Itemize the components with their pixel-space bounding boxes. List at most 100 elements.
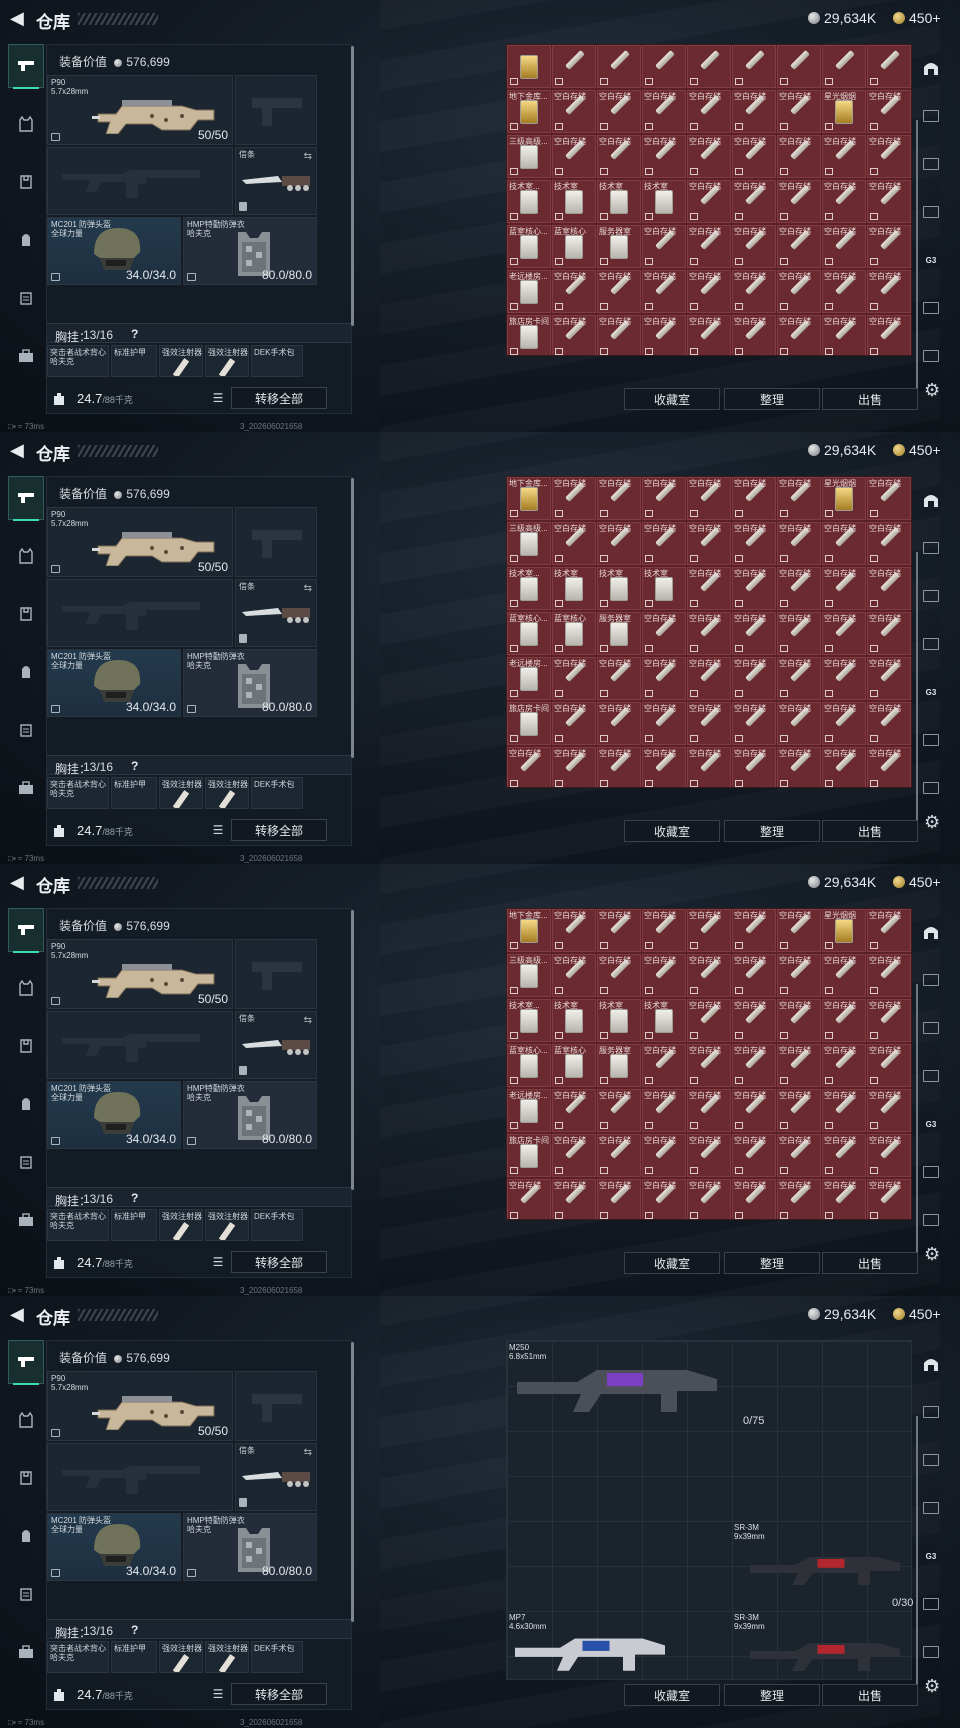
- nav-chest-rig[interactable]: [8, 966, 44, 1010]
- storage-cell[interactable]: [822, 45, 866, 88]
- storage-cell[interactable]: 空白存储: [642, 225, 686, 268]
- helmet-slot[interactable]: MC201 防弹头盔 全球力量 34.0/34.0: [47, 217, 181, 285]
- helmet-slot[interactable]: MC201 防弹头盔 全球力量 34.0/34.0: [47, 1513, 181, 1581]
- storage-cell[interactable]: 空白存储: [642, 954, 686, 997]
- storage-cell[interactable]: 空白存储: [732, 477, 776, 520]
- armor-slot[interactable]: HMP特勤防弹衣 哈夫克 80.0/80.0: [183, 1081, 317, 1149]
- storage-cell[interactable]: 空白存储: [822, 747, 866, 787]
- storage-cell[interactable]: 空白存储: [867, 477, 911, 520]
- storage-cell[interactable]: 空白存储: [867, 1134, 911, 1177]
- secondary-weapon-slot-empty[interactable]: [47, 579, 233, 647]
- help-icon[interactable]: ?: [131, 759, 138, 773]
- storage-cell[interactable]: 空白存储: [687, 954, 731, 997]
- help-icon[interactable]: ?: [131, 1623, 138, 1637]
- transfer-all-button[interactable]: 转移全部: [231, 819, 327, 841]
- tab-storage-g[interactable]: G3: [918, 1104, 944, 1144]
- storage-cell[interactable]: 空白存储: [687, 315, 731, 355]
- storage-cell[interactable]: 空白存储: [642, 1134, 686, 1177]
- storage-cell[interactable]: 空白存储: [642, 702, 686, 745]
- sell-button[interactable]: 出售: [822, 388, 918, 410]
- storage-cell[interactable]: 老远楼房...: [507, 1089, 551, 1132]
- storage-cell[interactable]: 空白存储: [597, 1089, 641, 1132]
- rig-item-armor-plate[interactable]: 标准护甲: [111, 777, 157, 809]
- tab-storage-2[interactable]: [918, 528, 944, 568]
- storage-cell[interactable]: 空白存储: [822, 315, 866, 355]
- list-view-icon[interactable]: ☰: [209, 389, 227, 407]
- storage-cell[interactable]: 空白存储: [642, 90, 686, 133]
- storage-cell[interactable]: 空白存储: [552, 909, 596, 952]
- storage-cell[interactable]: 空白存储: [777, 180, 821, 223]
- storage-cell[interactable]: 空白存储: [732, 225, 776, 268]
- storage-cell[interactable]: 空白存储: [822, 270, 866, 313]
- chest-rig-bar[interactable]: 胸挂： 13/16 ?: [47, 1187, 351, 1208]
- tab-storage-3[interactable]: [918, 144, 944, 184]
- storage-cell[interactable]: 空白存储: [822, 612, 866, 655]
- storage-cell[interactable]: 空白存储: [597, 1179, 641, 1219]
- collection-room-button[interactable]: 收藏室: [624, 388, 720, 410]
- back-arrow-icon[interactable]: ◀: [10, 1305, 26, 1323]
- rig-item-vest[interactable]: 突击者战术背心 哈夫克: [47, 777, 109, 809]
- rig-item-injector[interactable]: 强效注射器: [159, 1641, 203, 1673]
- storage-cell[interactable]: 星光烟烟: [822, 477, 866, 520]
- storage-cell[interactable]: 空白存储: [507, 1179, 551, 1219]
- tab-storage-4[interactable]: [918, 192, 944, 232]
- tab-storage-3[interactable]: [918, 1440, 944, 1480]
- help-icon[interactable]: ?: [131, 1191, 138, 1205]
- storage-cell[interactable]: 蓝室核心...: [507, 1044, 551, 1087]
- nav-backpack[interactable]: [8, 1514, 44, 1558]
- nav-container[interactable]: [8, 708, 44, 752]
- rig-item-vest[interactable]: 突击者战术背心 哈夫克: [47, 1209, 109, 1241]
- rig-item-vest[interactable]: 突击者战术背心 哈夫克: [47, 345, 109, 377]
- chest-rig-bar[interactable]: 胸挂： 13/16 ?: [47, 755, 351, 776]
- storage-cell[interactable]: 三级高级...: [507, 522, 551, 565]
- tab-storage-7[interactable]: [918, 336, 944, 376]
- storage-cell[interactable]: 空白存储: [777, 999, 821, 1042]
- loadout-scrollbar[interactable]: [351, 1342, 354, 1622]
- storage-cell[interactable]: 空白存储: [642, 1044, 686, 1087]
- tab-storage-6[interactable]: [918, 720, 944, 760]
- storage-cell[interactable]: 空白存储: [867, 1044, 911, 1087]
- storage-cell[interactable]: 空白存储: [732, 270, 776, 313]
- nav-weapons[interactable]: [8, 908, 44, 953]
- storage-cell[interactable]: 空白存储: [552, 522, 596, 565]
- storage-cell[interactable]: 空白存储: [822, 135, 866, 178]
- nav-toolbox[interactable]: [8, 1198, 44, 1242]
- storage-cell[interactable]: 空白存储: [597, 315, 641, 355]
- rig-item-surgical-kit[interactable]: DEK手术包: [251, 1209, 303, 1241]
- storage-cell[interactable]: 空白存储: [867, 522, 911, 565]
- sort-button[interactable]: 整理: [724, 1684, 820, 1706]
- rig-item-armor-plate[interactable]: 标准护甲: [111, 1641, 157, 1673]
- swap-icon[interactable]: ⇆: [304, 1447, 312, 1458]
- primary-weapon-slot[interactable]: P90 5.7x28mm 50/50: [47, 75, 233, 145]
- secondary-weapon-slot-empty[interactable]: [47, 147, 233, 215]
- storage-cell[interactable]: 空白存储: [597, 702, 641, 745]
- primary-weapon-slot[interactable]: P90 5.7x28mm 50/50: [47, 507, 233, 577]
- storage-cell[interactable]: 空白存储: [687, 1134, 731, 1177]
- storage-cell[interactable]: 空白存储: [867, 1089, 911, 1132]
- storage-cell[interactable]: [552, 45, 596, 88]
- storage-cell[interactable]: 空白存储: [552, 954, 596, 997]
- tab-storage-main[interactable]: [918, 1344, 944, 1384]
- storage-cell[interactable]: 空白存储: [642, 1179, 686, 1219]
- nav-backpack[interactable]: [8, 218, 44, 262]
- storage-cell[interactable]: 空白存储: [822, 702, 866, 745]
- melee-slot[interactable]: 信条 ⇆: [235, 1011, 317, 1079]
- storage-cell[interactable]: 空白存储: [777, 1134, 821, 1177]
- tab-storage-7[interactable]: [918, 1200, 944, 1240]
- loadout-scrollbar[interactable]: [351, 46, 354, 326]
- sell-button[interactable]: 出售: [822, 1252, 918, 1274]
- storage-cell[interactable]: 空白存储: [642, 315, 686, 355]
- storage-cell[interactable]: 空白存储: [777, 909, 821, 952]
- nav-armor[interactable]: [8, 592, 44, 636]
- storage-cell[interactable]: 空白存储: [687, 747, 731, 787]
- storage-cell[interactable]: 技术室: [597, 999, 641, 1042]
- gold-currency[interactable]: 450+: [893, 1306, 941, 1322]
- storage-cell[interactable]: 旅店房卡间: [507, 315, 551, 355]
- gold-currency[interactable]: 450+: [893, 874, 941, 890]
- storage-cell[interactable]: 空白存储: [732, 1044, 776, 1087]
- storage-cell[interactable]: 空白存储: [867, 1179, 911, 1219]
- storage-cell[interactable]: 空白存储: [687, 1089, 731, 1132]
- melee-slot[interactable]: 信条 ⇆: [235, 579, 317, 647]
- storage-cell[interactable]: 空白存储: [777, 135, 821, 178]
- storage-cell[interactable]: 空白存储: [732, 1089, 776, 1132]
